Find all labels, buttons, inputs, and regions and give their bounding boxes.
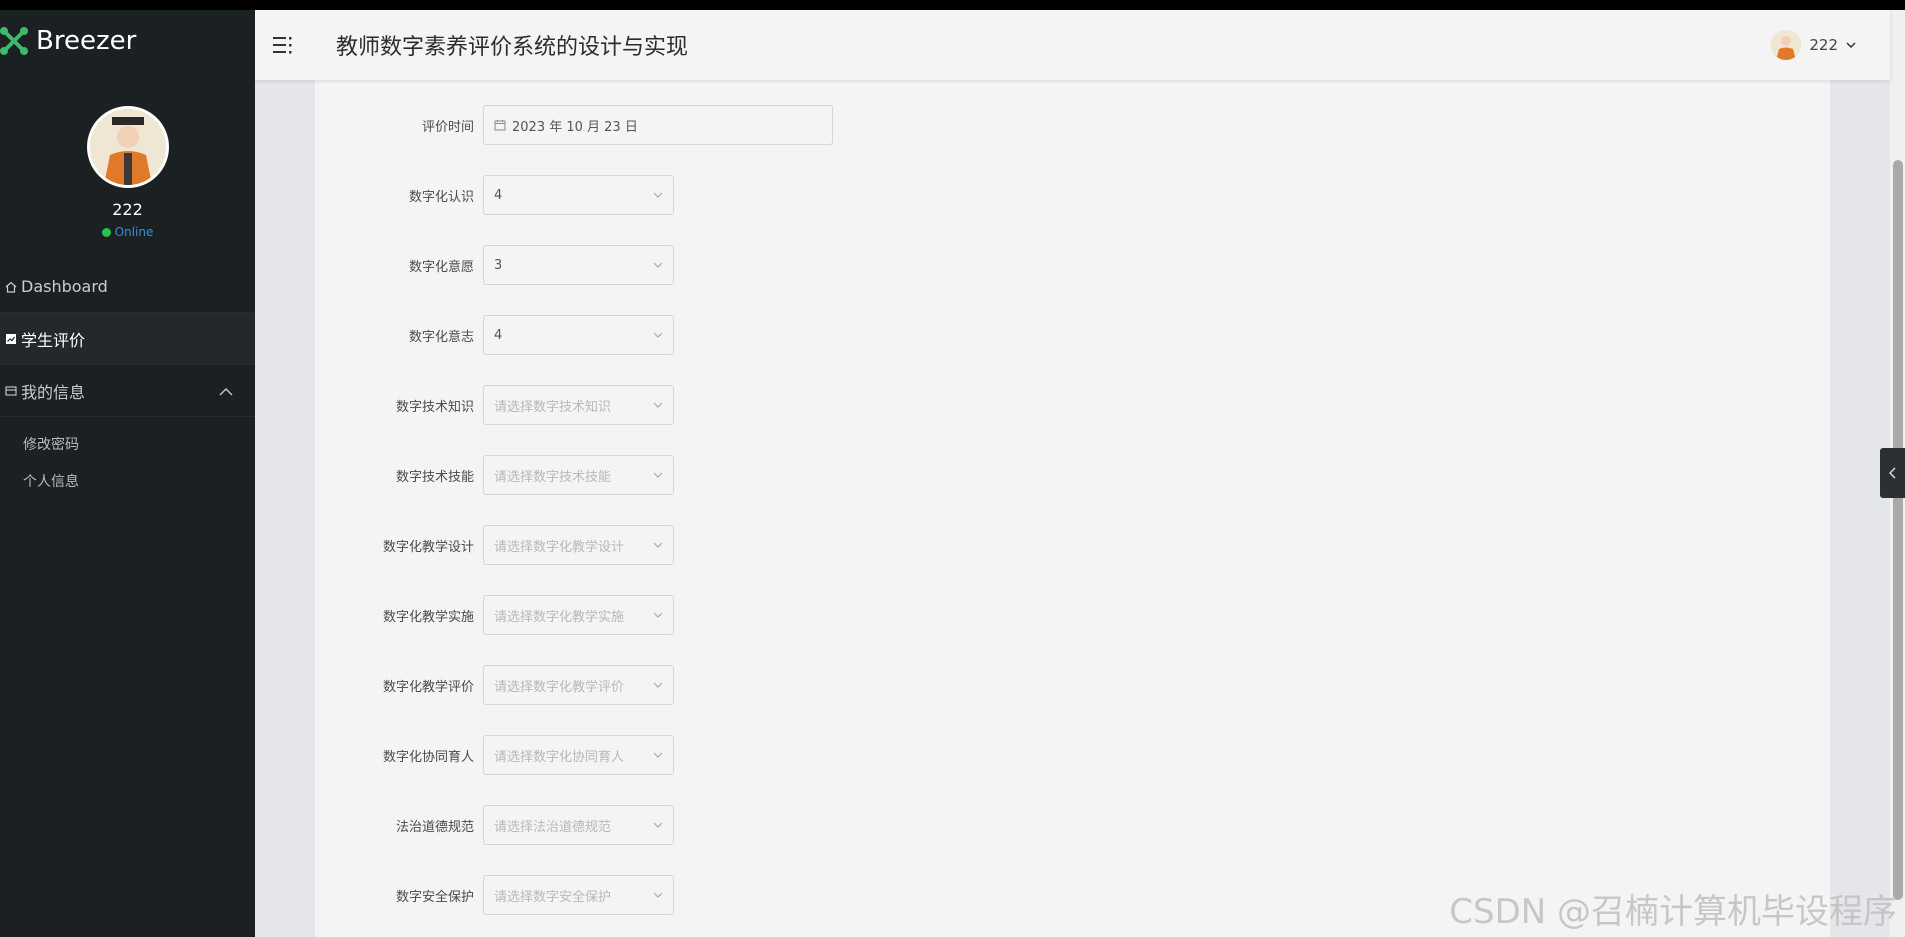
sidebar-item-label: 我的信息 — [21, 382, 86, 402]
select-digital-tech-knowledge[interactable]: 请选择数字技术知识 — [483, 385, 674, 425]
profile-name: 222 — [112, 200, 143, 219]
date-picker[interactable]: 2023 年 10 月 23 日 — [483, 105, 833, 145]
form-label: 数字化认识 — [408, 189, 474, 205]
avatar[interactable] — [86, 106, 169, 188]
scrollbar-thumb[interactable] — [1893, 160, 1903, 900]
online-status: Online — [0, 225, 255, 239]
brand[interactable]: Breezer — [0, 10, 255, 72]
select-value: 4 — [494, 187, 503, 203]
sidebar-item-label: 学生评价 — [21, 330, 86, 350]
avatar — [1771, 30, 1802, 60]
form-row: 数字化意愿 3 — [315, 245, 674, 285]
form-row: 数字化教学设计 请选择数字化教学设计 — [315, 525, 674, 565]
sidebar: Breezer 222 Online Dashboard 学生评价 我的信息 修… — [0, 10, 255, 937]
select-placeholder: 请选择数字安全保护 — [494, 889, 612, 905]
select-teaching-evaluation[interactable]: 请选择数字化教学评价 — [483, 665, 674, 705]
chevron-down-icon — [653, 472, 663, 478]
chevron-up-icon[interactable] — [219, 381, 233, 400]
form-row: 数字化意志 4 — [315, 315, 674, 355]
calendar-icon — [494, 120, 506, 131]
form-label: 数字化协同育人 — [382, 749, 474, 765]
form-label: 数字技术技能 — [395, 469, 474, 485]
sidebar-item-label: Dashboard — [21, 277, 108, 296]
sidebar-submenu: 修改密码 个人信息 — [0, 417, 255, 499]
page-title: 教师数字素养评价系统的设计与实现 — [336, 35, 689, 60]
form-label: 法治道德规范 — [395, 819, 474, 835]
form-label: 数字化意志 — [408, 329, 474, 345]
select-placeholder: 请选择数字化教学评价 — [494, 679, 625, 695]
settings-panel-toggle[interactable] — [1880, 448, 1905, 498]
select-digital-willingness[interactable]: 3 — [483, 245, 674, 285]
top-band — [0, 0, 1905, 10]
top-header: 教师数字素养评价系统的设计与实现 222 — [255, 10, 1890, 80]
chevron-down-icon — [653, 542, 663, 548]
sidebar-nav: Dashboard 学生评价 我的信息 修改密码 个人信息 — [0, 261, 255, 499]
chevron-down-icon — [653, 892, 663, 898]
select-placeholder: 请选择数字化教学设计 — [494, 539, 625, 555]
main-content: 评价时间 2023 年 10 月 23 日 数字化认识 4 数字化意愿 3 数字… — [255, 80, 1890, 937]
menu-toggle-icon[interactable] — [272, 34, 294, 56]
sidebar-item-my-info[interactable]: 我的信息 — [0, 365, 255, 417]
form-row: 数字安全保护 请选择数字安全保护 — [315, 875, 674, 915]
form-row: 数字技术技能 请选择数字技术技能 — [315, 455, 674, 495]
select-digital-will[interactable]: 4 — [483, 315, 674, 355]
select-teaching-design[interactable]: 请选择数字化教学设计 — [483, 525, 674, 565]
form-row: 数字化教学评价 请选择数字化教学评价 — [315, 665, 674, 705]
chevron-down-icon — [653, 612, 663, 618]
select-digital-awareness[interactable]: 4 — [483, 175, 674, 215]
form-row: 数字化教学实施 请选择数字化教学实施 — [315, 595, 674, 635]
select-placeholder: 请选择法治道德规范 — [494, 819, 612, 835]
home-icon — [4, 280, 18, 294]
sidebar-item-dashboard[interactable]: Dashboard — [0, 261, 255, 313]
chevron-down-icon — [653, 752, 663, 758]
select-legal-ethics[interactable]: 请选择法治道德规范 — [483, 805, 674, 845]
date-value: 2023 年 10 月 23 日 — [512, 119, 638, 135]
avatar-image — [89, 109, 166, 185]
chevron-down-icon — [653, 822, 663, 828]
brand-name: Breezer — [36, 26, 137, 56]
folder-icon — [4, 384, 18, 398]
select-value: 4 — [494, 327, 503, 343]
select-placeholder: 请选择数字技术知识 — [494, 399, 612, 415]
select-collaborative-education[interactable]: 请选择数字化协同育人 — [483, 735, 674, 775]
chevron-down-icon — [653, 682, 663, 688]
online-dot-icon — [101, 227, 111, 237]
form-row: 数字化认识 4 — [315, 175, 674, 215]
select-placeholder: 请选择数字化教学实施 — [494, 609, 625, 625]
form-label: 数字安全保护 — [395, 889, 474, 905]
user-name: 222 — [1809, 36, 1838, 54]
profile: 222 Online — [0, 72, 255, 239]
chevron-down-icon — [653, 192, 663, 198]
user-menu[interactable]: 222 — [1771, 30, 1856, 60]
select-placeholder: 请选择数字化协同育人 — [494, 749, 625, 765]
form-label: 数字化教学评价 — [382, 679, 474, 695]
form-label: 评价时间 — [421, 119, 474, 135]
form-label: 数字化意愿 — [408, 259, 474, 275]
select-placeholder: 请选择数字技术技能 — [494, 469, 612, 485]
form-row: 数字技术知识 请选择数字技术知识 — [315, 385, 674, 425]
select-digital-tech-skill[interactable]: 请选择数字技术技能 — [483, 455, 674, 495]
watermark: CSDN @召楠计算机毕设程序 — [1449, 892, 1897, 932]
select-digital-security[interactable]: 请选择数字安全保护 — [483, 875, 674, 915]
sidebar-item-personal-info[interactable]: 个人信息 — [0, 462, 255, 499]
chevron-down-icon — [653, 332, 663, 338]
chevron-down-icon — [653, 402, 663, 408]
brand-logo-icon — [0, 27, 28, 55]
chart-icon — [4, 332, 18, 346]
form-row: 法治道德规范 请选择法治道德规范 — [315, 805, 674, 845]
form-label: 数字化教学设计 — [382, 539, 474, 555]
select-teaching-implementation[interactable]: 请选择数字化教学实施 — [483, 595, 674, 635]
select-value: 3 — [494, 257, 503, 273]
sidebar-item-student-eval[interactable]: 学生评价 — [0, 313, 255, 365]
form-label: 数字技术知识 — [395, 399, 474, 415]
evaluation-form-card: 评价时间 2023 年 10 月 23 日 数字化认识 4 数字化意愿 3 数字… — [315, 80, 1830, 937]
chevron-left-icon — [1888, 467, 1896, 479]
sidebar-item-change-password[interactable]: 修改密码 — [0, 425, 255, 462]
chevron-down-icon — [653, 262, 663, 268]
form-label: 数字化教学实施 — [382, 609, 474, 625]
form-row-date: 评价时间 2023 年 10 月 23 日 — [315, 105, 833, 145]
chevron-down-icon — [1846, 42, 1856, 48]
form-row: 数字化协同育人 请选择数字化协同育人 — [315, 735, 674, 775]
status-text: Online — [114, 225, 154, 239]
